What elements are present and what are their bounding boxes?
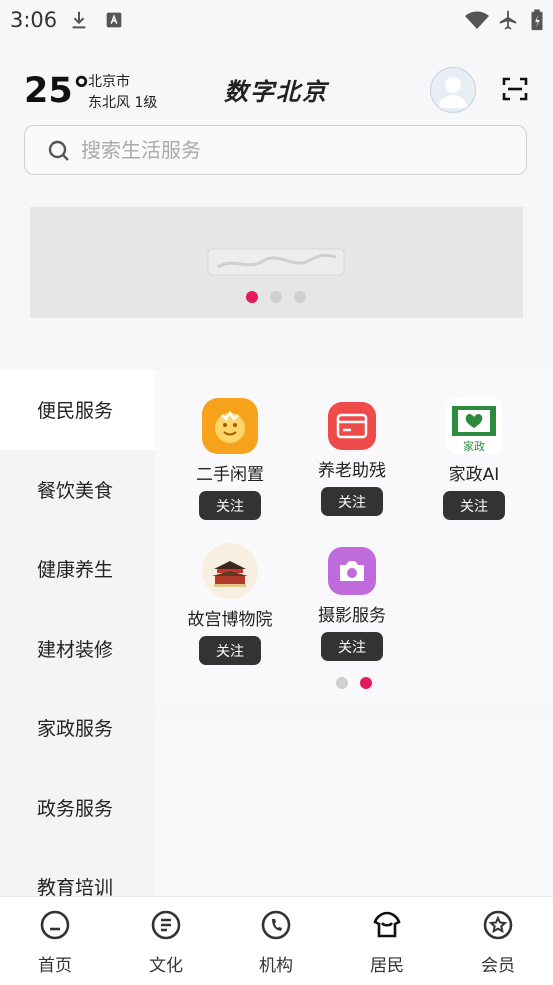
- battery-icon: [531, 9, 543, 31]
- notification-icon: [106, 12, 122, 28]
- follow-button[interactable]: 关注: [443, 491, 505, 520]
- secondhand-icon: [202, 398, 258, 454]
- search-icon: [48, 140, 69, 161]
- status-bar: 3:06: [0, 0, 553, 40]
- follow-button[interactable]: 关注: [321, 632, 383, 661]
- sidebar-item-food[interactable]: 餐饮美食: [0, 450, 155, 530]
- pagination-dot[interactable]: [246, 291, 258, 303]
- pagination-dot[interactable]: [360, 677, 372, 689]
- tab-culture[interactable]: 文化: [126, 909, 206, 976]
- sidebar-item-education[interactable]: 教育培训: [0, 847, 155, 896]
- culture-icon: [151, 910, 181, 940]
- banner-pagination: [246, 291, 306, 303]
- avatar[interactable]: [430, 67, 476, 113]
- image-placeholder-icon: [207, 248, 345, 276]
- service-item[interactable]: 家政 家政AI 关注: [414, 398, 534, 520]
- weather-city: 北京市: [88, 74, 130, 90]
- palace-icon: [202, 543, 258, 599]
- home-icon: [40, 910, 70, 940]
- follow-button[interactable]: 关注: [199, 636, 261, 665]
- service-item[interactable]: 养老助残 关注: [292, 398, 412, 516]
- content-area: [155, 718, 553, 896]
- weather-temperature: 25°: [24, 71, 91, 111]
- sidebar-item-renovation[interactable]: 建材装修: [0, 609, 155, 689]
- sidebar-item-convenience[interactable]: 便民服务: [0, 370, 155, 450]
- bottom-tab-bar: 首页 文化 机构 居民 会员: [0, 896, 553, 985]
- service-item[interactable]: 摄影服务 关注: [292, 543, 412, 661]
- tab-resident[interactable]: 居民: [347, 909, 427, 976]
- search-bar[interactable]: [24, 125, 527, 175]
- status-time: 3:06: [10, 8, 58, 32]
- service-item[interactable]: 故宫博物院 关注: [170, 543, 290, 665]
- weather-wind: 东北风 1级: [88, 95, 158, 111]
- download-icon: [72, 11, 86, 29]
- pagination-dot[interactable]: [270, 291, 282, 303]
- follow-button[interactable]: 关注: [321, 487, 383, 516]
- user-avatar-icon: [438, 77, 468, 108]
- member-icon: [483, 910, 513, 940]
- tab-organization[interactable]: 机构: [236, 909, 316, 976]
- service-pagination: [336, 677, 372, 689]
- resident-icon: [373, 911, 401, 938]
- svg-text:家政: 家政: [463, 439, 485, 453]
- pagination-dot[interactable]: [294, 291, 306, 303]
- organization-icon: [261, 910, 291, 940]
- search-input[interactable]: [81, 135, 501, 165]
- sidebar-item-health[interactable]: 健康养生: [0, 529, 155, 609]
- category-sidebar: 便民服务 餐饮美食 健康养生 建材装修 家政服务 政务服务 教育培训: [0, 370, 155, 896]
- sidebar-item-government[interactable]: 政务服务: [0, 768, 155, 848]
- card-icon: [328, 402, 376, 450]
- service-grid: 二手闲置 关注 养老助残 关注 家政 家政AI 关注 故宫博物院 关注 摄影服务…: [155, 370, 553, 706]
- app-logo: 数字北京: [224, 77, 328, 106]
- tab-home[interactable]: 首页: [15, 909, 95, 976]
- follow-button[interactable]: 关注: [199, 491, 261, 520]
- pagination-dot[interactable]: [336, 677, 348, 689]
- airplane-icon: [499, 10, 517, 30]
- camera-icon: [328, 547, 376, 595]
- housekeeping-icon: 家政: [446, 398, 502, 454]
- tab-member[interactable]: 会员: [458, 909, 538, 976]
- sidebar-item-housekeeping[interactable]: 家政服务: [0, 688, 155, 768]
- wifi-icon: [465, 11, 489, 29]
- service-item[interactable]: 二手闲置 关注: [170, 398, 290, 520]
- scan-icon[interactable]: [502, 76, 528, 102]
